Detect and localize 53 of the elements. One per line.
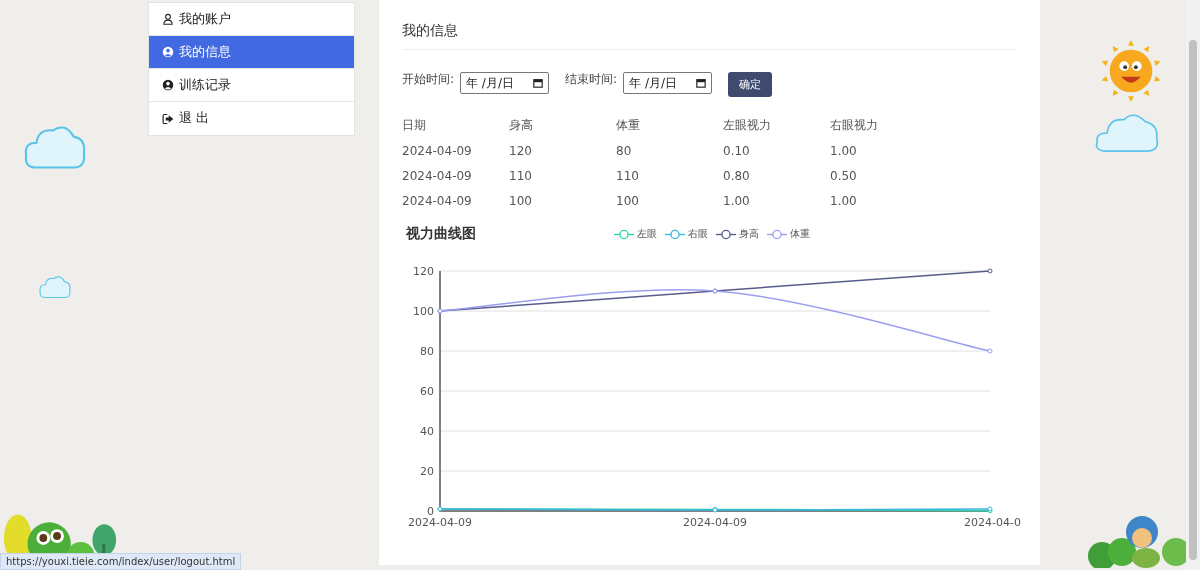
y-tick-label: 40 xyxy=(420,425,434,438)
user-icon xyxy=(162,13,174,25)
column-header: 身高 xyxy=(509,113,616,138)
filter-label: 结束时间: xyxy=(565,70,618,88)
calendar-icon[interactable] xyxy=(696,78,707,88)
legend-label: 右眼 xyxy=(688,227,708,241)
column-header: 右眼视力 xyxy=(830,117,879,134)
y-tick-label: 20 xyxy=(420,465,434,478)
status-bar-url: https://youxi.tieie.com/index/user/logout.html xyxy=(0,553,242,570)
calendar-icon[interactable] xyxy=(533,78,544,88)
sign-out-icon xyxy=(162,112,174,125)
table-cell-text: 0.50 xyxy=(830,167,858,185)
table-cell-text: 2024-04-09 xyxy=(402,167,473,185)
x-tick-label: 2024-04-0 xyxy=(964,516,1021,529)
y-tick-label: 120 xyxy=(413,265,434,278)
filter-label: 开始时间: xyxy=(402,70,455,88)
table-cell-text: 1.00 xyxy=(830,142,858,160)
table-cell-text: 0.10 xyxy=(723,142,751,160)
table-cell-text: 2024-04-09 xyxy=(402,142,473,160)
y-tick-label: 0 xyxy=(427,505,434,518)
sidebar-item[interactable]: 训练记录 xyxy=(149,69,354,102)
page-title: 我的信息 xyxy=(402,22,1017,50)
legend-label: 身高 xyxy=(739,227,759,241)
column-header: 左眼视力 xyxy=(723,113,830,138)
table-cell: 0.80 xyxy=(723,163,830,188)
table-cell-text: 2024-04-09 xyxy=(402,192,473,210)
table-cell-text: 100 xyxy=(509,192,533,210)
user-circle-icon xyxy=(162,46,174,58)
column-header: 体重 xyxy=(616,113,723,138)
sidebar-item[interactable]: 我的信息 xyxy=(149,36,354,69)
table-cell-text: 100 xyxy=(616,192,640,210)
user-circle-icon xyxy=(162,79,174,91)
scrollbar[interactable] xyxy=(1186,0,1200,570)
confirm-button[interactable]: 确定 xyxy=(728,72,773,97)
date-field[interactable]: 年 /月/日 xyxy=(623,72,713,94)
y-tick-label: 100 xyxy=(413,305,434,318)
chart-title: 视力曲线图 xyxy=(406,225,477,243)
table-cell-text: 110 xyxy=(509,167,533,185)
column-header: 日期 xyxy=(402,113,509,138)
table-cell-text: 1.00 xyxy=(830,192,858,210)
x-tick-label: 2024-04-09 xyxy=(408,516,472,529)
sidebar-item[interactable]: 退 出 xyxy=(149,102,354,135)
date-field[interactable]: 年 /月/日 xyxy=(460,72,550,94)
table-cell: 120 xyxy=(509,138,616,163)
table-cell: 80 xyxy=(616,138,723,163)
table-cell: 110 xyxy=(616,163,723,188)
y-tick-label: 60 xyxy=(420,385,434,398)
y-tick-label: 80 xyxy=(420,345,434,358)
table-cell-text: 1.00 xyxy=(723,192,751,210)
legend-label: 体重 xyxy=(790,227,810,241)
legend-label: 左眼 xyxy=(637,227,657,241)
sun-icon xyxy=(1100,40,1162,102)
x-tick-label: 2024-04-09 xyxy=(683,516,747,529)
